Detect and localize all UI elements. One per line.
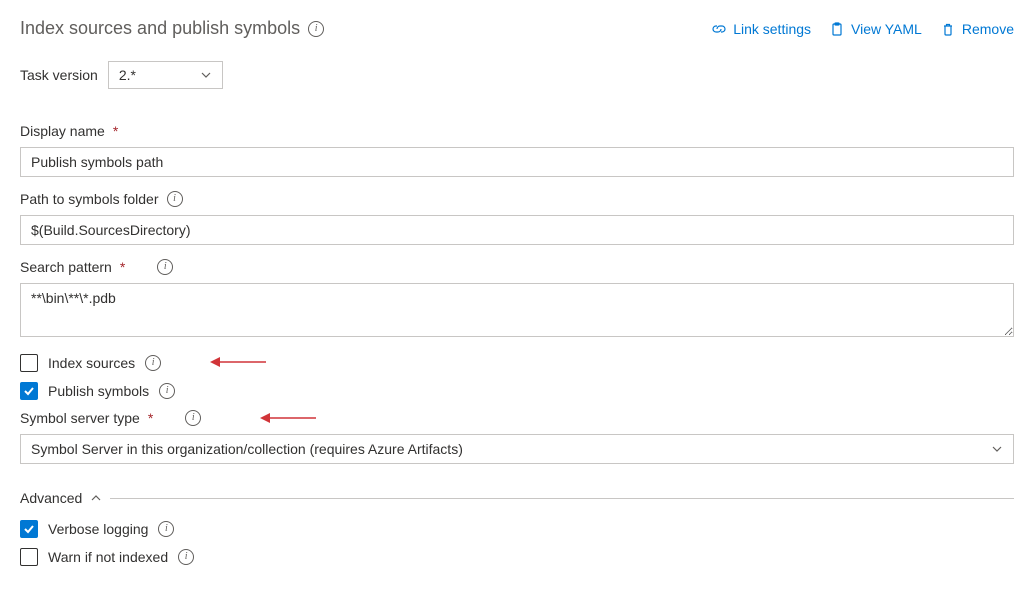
symbol-server-type-value: Symbol Server in this organization/colle…: [31, 441, 463, 457]
view-yaml-label: View YAML: [851, 21, 922, 37]
required-asterisk: *: [120, 259, 125, 275]
search-pattern-label: Search pattern: [20, 259, 112, 275]
verbose-logging-label: Verbose logging: [48, 521, 148, 537]
display-name-input[interactable]: [20, 147, 1014, 177]
divider: [110, 498, 1014, 499]
info-icon[interactable]: i: [308, 21, 324, 37]
remove-button[interactable]: Remove: [940, 21, 1014, 37]
info-icon[interactable]: i: [158, 521, 174, 537]
info-icon[interactable]: i: [157, 259, 173, 275]
publish-symbols-label: Publish symbols: [48, 383, 149, 399]
task-version-label: Task version: [20, 67, 98, 83]
annotation-arrow-icon: [260, 411, 316, 425]
publish-symbols-checkbox[interactable]: [20, 382, 38, 400]
info-icon[interactable]: i: [167, 191, 183, 207]
chevron-down-icon: [200, 69, 212, 81]
link-settings-button[interactable]: Link settings: [711, 21, 811, 37]
verbose-logging-checkbox[interactable]: [20, 520, 38, 538]
symbols-folder-input[interactable]: [20, 215, 1014, 245]
info-icon[interactable]: i: [178, 549, 194, 565]
warn-if-not-indexed-checkbox[interactable]: [20, 548, 38, 566]
clipboard-icon: [829, 21, 845, 37]
task-version-value: 2.*: [119, 67, 136, 83]
info-icon[interactable]: i: [185, 410, 201, 426]
chevron-down-icon: [991, 443, 1003, 455]
symbols-folder-label: Path to symbols folder: [20, 191, 159, 207]
index-sources-label: Index sources: [48, 355, 135, 371]
check-icon: [23, 385, 35, 397]
index-sources-checkbox[interactable]: [20, 354, 38, 372]
symbol-server-type-label: Symbol server type: [20, 410, 140, 426]
warn-if-not-indexed-label: Warn if not indexed: [48, 549, 168, 565]
page-title: Index sources and publish symbols: [20, 18, 300, 39]
required-asterisk: *: [148, 410, 153, 426]
info-icon[interactable]: i: [145, 355, 161, 371]
link-icon: [711, 21, 727, 37]
view-yaml-button[interactable]: View YAML: [829, 21, 922, 37]
display-name-label: Display name: [20, 123, 105, 139]
trash-icon: [940, 21, 956, 37]
info-icon[interactable]: i: [159, 383, 175, 399]
search-pattern-input[interactable]: [20, 283, 1014, 337]
advanced-section-title: Advanced: [20, 490, 82, 506]
annotation-arrow-icon: [210, 355, 266, 369]
remove-label: Remove: [962, 21, 1014, 37]
symbol-server-type-select[interactable]: Symbol Server in this organization/colle…: [20, 434, 1014, 464]
required-asterisk: *: [113, 123, 118, 139]
check-icon: [23, 523, 35, 535]
link-settings-label: Link settings: [733, 21, 811, 37]
chevron-up-icon[interactable]: [90, 492, 102, 504]
task-version-select[interactable]: 2.*: [108, 61, 223, 89]
